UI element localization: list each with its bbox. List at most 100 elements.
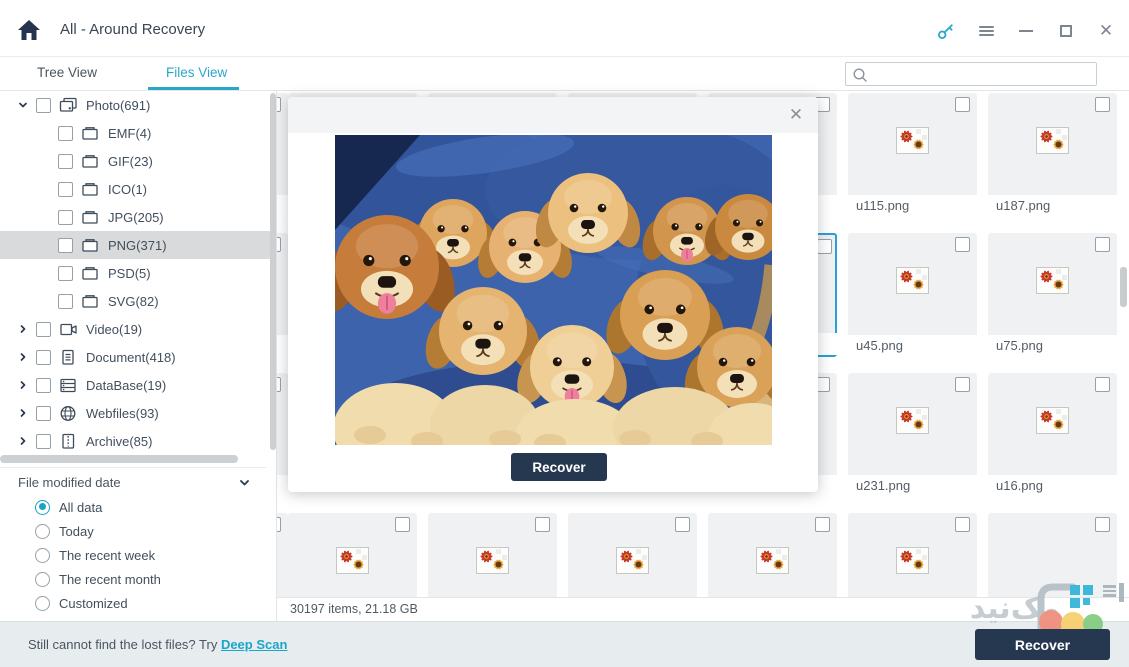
video-icon [59,321,78,338]
tree-item-ico[interactable]: ICO(1) [0,175,276,203]
file-cell[interactable] [428,513,557,597]
file-cell[interactable] [277,373,288,497]
radio-button[interactable] [35,500,50,515]
tree-item-psd[interactable]: PSD(5) [0,259,276,287]
file-checkbox[interactable] [815,517,830,532]
folder-icon [81,237,100,254]
tree-item-database[interactable]: DataBase(19) [0,371,276,399]
file-cell[interactable] [848,513,977,597]
radio-button[interactable] [35,596,50,611]
tree-item-document[interactable]: Document(418) [0,343,276,371]
checkbox[interactable] [58,238,73,253]
file-name-bar: u187.png [988,195,1117,217]
file-checkbox[interactable] [535,517,550,532]
image-file-icon [1036,267,1069,294]
tab-files-view[interactable]: Files View [166,65,227,80]
checkbox[interactable] [36,322,51,337]
file-cell[interactable] [277,513,288,597]
file-checkbox[interactable] [675,517,690,532]
radio-button[interactable] [35,548,50,563]
file-checkbox[interactable] [955,517,970,532]
tree-item-emf[interactable]: EMF(4) [0,119,276,147]
file-cell[interactable] [988,513,1117,597]
checkbox[interactable] [36,378,51,393]
file-cell[interactable] [288,513,417,597]
search-box[interactable] [845,62,1097,86]
radio-option-the-recent-month[interactable]: The recent month [0,567,277,591]
file-checkbox[interactable] [817,239,832,254]
checkbox[interactable] [58,182,73,197]
minimize-icon[interactable] [1016,22,1036,40]
file-cell[interactable] [277,233,288,357]
tree-item-photo[interactable]: Photo(691) [0,91,276,119]
menu-icon[interactable] [976,22,996,40]
file-checkbox[interactable] [1095,97,1110,112]
checkbox[interactable] [36,98,51,113]
tree-item-video[interactable]: Video(19) [0,315,276,343]
home-icon[interactable] [17,19,41,41]
deep-scan-link[interactable]: Deep Scan [221,637,287,652]
radio-option-all-data[interactable]: All data [0,495,277,519]
radio-button[interactable] [35,572,50,587]
file-cell-u75.png[interactable]: u75.png [988,233,1117,357]
sidebar-vertical-scrollbar[interactable] [270,93,276,450]
tree-item-label: ICO(1) [108,182,147,197]
tree-item-webfiles[interactable]: Webfiles(93) [0,399,276,427]
recover-button[interactable]: Recover [975,629,1110,660]
radio-option-today[interactable]: Today [0,519,277,543]
sidebar-horizontal-scrollbar[interactable] [0,455,238,463]
file-checkbox[interactable] [277,237,281,252]
tab-tree-view[interactable]: Tree View [37,65,97,80]
checkbox[interactable] [36,350,51,365]
file-checkbox[interactable] [955,97,970,112]
file-cell[interactable] [277,93,288,217]
file-checkbox[interactable] [277,517,281,532]
radio-option-customized[interactable]: Customized [0,591,277,615]
image-file-icon [756,547,789,574]
file-checkbox[interactable] [1095,237,1110,252]
file-checkbox[interactable] [277,97,281,112]
file-cell-u45.png[interactable]: u45.png [848,233,977,357]
tree-item-svg[interactable]: SVG(82) [0,287,276,315]
checkbox[interactable] [36,434,51,449]
checkbox[interactable] [36,406,51,421]
file-checkbox[interactable] [1095,377,1110,392]
file-cell-u115.png[interactable]: u115.png [848,93,977,217]
checkbox[interactable] [58,266,73,281]
checkbox[interactable] [58,210,73,225]
folder-icon [81,125,100,142]
file-name: u231.png [856,478,977,493]
tree-item-label: DataBase(19) [86,378,166,393]
grid-vertical-scrollbar[interactable] [1120,267,1127,307]
close-icon[interactable]: ✕ [1096,22,1116,40]
file-checkbox[interactable] [955,377,970,392]
file-cell[interactable] [708,513,837,597]
modal-recover-button[interactable]: Recover [511,453,607,481]
search-input[interactable] [872,64,1092,84]
file-cell-u187.png[interactable]: u187.png [988,93,1117,217]
tree-item-label: Video(19) [86,322,142,337]
file-checkbox[interactable] [1095,517,1110,532]
maximize-icon[interactable] [1056,22,1076,40]
tree-item-gif[interactable]: GIF(23) [0,147,276,175]
file-name-bar: u16.png [988,475,1117,497]
modal-close-icon[interactable]: ✕ [786,105,806,125]
checkbox[interactable] [58,294,73,309]
radio-option-the-recent-week[interactable]: The recent week [0,543,277,567]
checkbox[interactable] [58,126,73,141]
tree-item-png[interactable]: PNG(371) [0,231,270,259]
file-cell-u16.png[interactable]: u16.png [988,373,1117,497]
radio-button[interactable] [35,524,50,539]
file-checkbox[interactable] [955,237,970,252]
checkbox[interactable] [58,154,73,169]
tree-item-jpg[interactable]: JPG(205) [0,203,276,231]
file-cell[interactable] [568,513,697,597]
chevron-down-icon[interactable] [238,477,251,489]
key-icon[interactable] [936,22,956,40]
file-checkbox[interactable] [395,517,410,532]
tree-item-archive[interactable]: Archive(85) [0,427,276,455]
file-checkbox[interactable] [277,377,281,392]
tree-item-label: EMF(4) [108,126,151,141]
radio-label: The recent week [59,548,155,563]
file-cell-u231.png[interactable]: u231.png [848,373,977,497]
